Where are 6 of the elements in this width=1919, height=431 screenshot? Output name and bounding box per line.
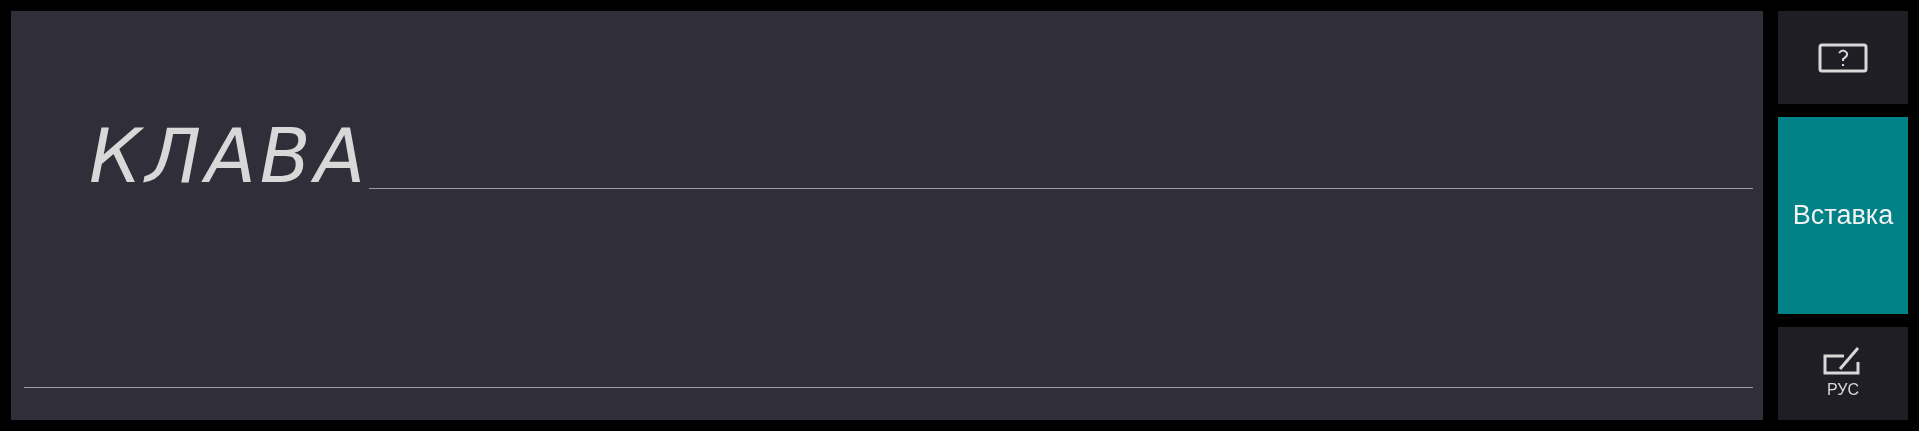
insert-button[interactable]: Вставка	[1778, 117, 1908, 314]
language-button[interactable]: РУС	[1778, 327, 1908, 420]
handwritten-ink: КЛАВА	[89, 119, 370, 193]
writing-area[interactable]: КЛАВА	[11, 11, 1763, 420]
help-icon	[1818, 42, 1868, 73]
help-button[interactable]	[1778, 11, 1908, 104]
